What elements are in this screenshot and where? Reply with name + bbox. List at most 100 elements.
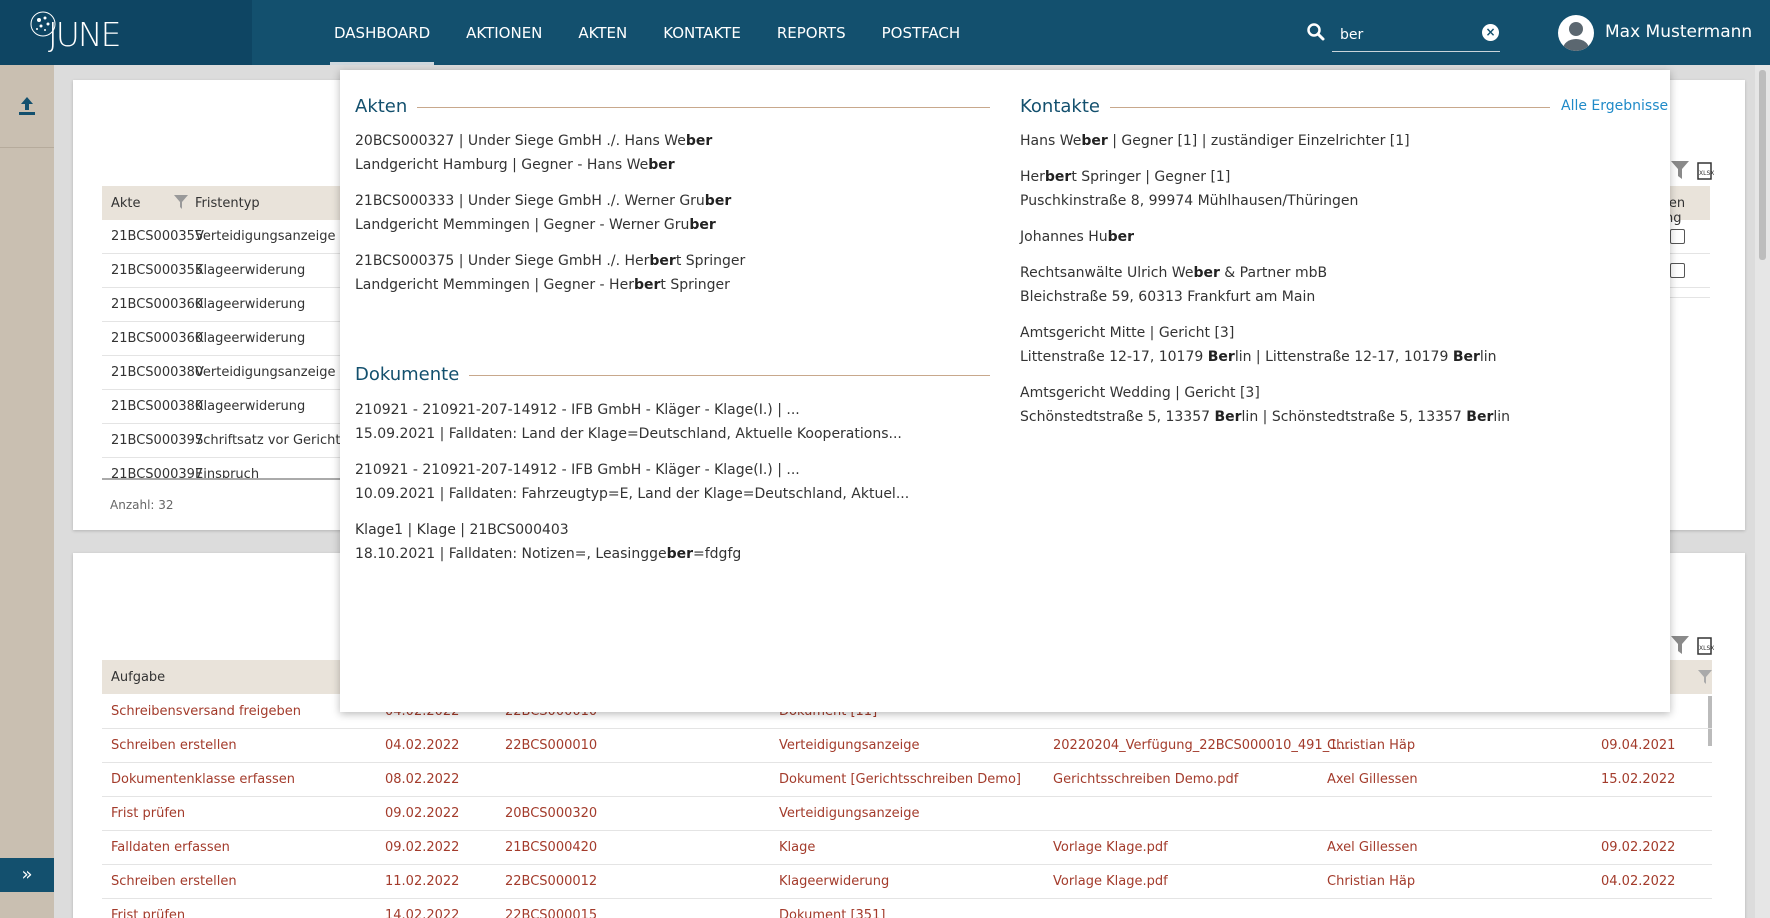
result-dokument[interactable]: 210921 - 210921-207-14912 - IFB GmbH - K… <box>355 458 909 506</box>
match-highlight: ber <box>704 193 732 209</box>
result-akte[interactable]: 20BCS000327 | Under Siege GmbH ./. Hans … <box>355 129 712 177</box>
cell-fristentyp: Schriftsatz vor Gerichtste <box>195 433 342 448</box>
row-count: Anzahl: 32 <box>110 498 174 512</box>
column-header-fristentyp[interactable]: Fristentyp <box>195 196 260 211</box>
cell-akte: 22BCS000012 <box>505 874 598 889</box>
result-dokument[interactable]: 210921 - 210921-207-14912 - IFB GmbH - K… <box>355 398 902 446</box>
upload-button[interactable] <box>0 65 54 148</box>
result-line: Amtsgericht Mitte | Gericht [3] <box>1020 325 1235 341</box>
cell-aufgabe: Schreiben erstellen <box>111 738 237 753</box>
table-row[interactable]: 21BCS000397 Einspruch <box>102 458 342 480</box>
filter-icon[interactable] <box>174 195 188 209</box>
cell-akte: 21BCS000420 <box>505 840 598 855</box>
row-checkbox[interactable] <box>1670 229 1685 244</box>
result-akte[interactable]: 21BCS000375 | Under Siege GmbH ./. Herbe… <box>355 249 745 297</box>
cell-akte: 22BCS000010 <box>505 738 598 753</box>
cell-due-date: 04.02.2022 <box>1601 874 1676 889</box>
match-highlight: ber <box>648 157 675 173</box>
cell-akte: 21BCS000360 <box>111 331 204 346</box>
cell-document: 20220204_Verfügung_22BCS000010_491_1.... <box>1053 738 1354 753</box>
nav-dashboard[interactable]: DASHBOARD <box>316 0 448 65</box>
filter-icon[interactable] <box>1671 636 1689 654</box>
cell-aufgabe: Frist prüfen <box>111 806 186 821</box>
text-part: Littenstraße 12-17, 10179 <box>1020 349 1208 365</box>
user-name[interactable]: Max Mustermann <box>1605 22 1752 42</box>
cell-type: Klage <box>779 840 816 855</box>
result-dokument[interactable]: Klage1 | Klage | 21BCS000403 18.10.2021 … <box>355 518 741 566</box>
row-checkbox[interactable] <box>1670 263 1685 278</box>
result-kontakt[interactable]: Rechtsanwälte Ulrich Weber & Partner mbB… <box>1020 261 1327 309</box>
all-results-link[interactable]: Alle Ergebnisse <box>1557 98 1669 114</box>
text-part: lin | Schönstedtstraße 5, 13357 <box>1241 409 1467 425</box>
match-highlight: ber <box>666 546 694 562</box>
section-title-akten: Akten <box>355 96 418 117</box>
table-row[interactable]: 21BCS000360 Klageerwiderung <box>102 288 342 322</box>
cell-type: Dokument [351] <box>779 908 886 918</box>
table-row[interactable]: Schreiben erstellen 04.02.2022 22BCS0000… <box>102 729 1712 763</box>
cell-akte: 21BCS000380 <box>111 365 204 380</box>
search-input[interactable] <box>1332 18 1500 52</box>
text-part: Rechtsanwälte Ulrich We <box>1020 265 1194 281</box>
result-kontakt[interactable]: Herbert Springer | Gegner [1] Puschkinst… <box>1020 165 1358 213</box>
avatar[interactable] <box>1558 15 1594 51</box>
table-row[interactable]: Falldaten erfassen 09.02.2022 21BCS00042… <box>102 831 1712 865</box>
cell-user: Christian Häp <box>1327 874 1416 889</box>
text-part: Johannes Hu <box>1020 229 1108 245</box>
nav-reports[interactable]: REPORTS <box>759 0 864 65</box>
cell-user: Axel Gillessen <box>1327 772 1418 787</box>
nav-aktionen[interactable]: AKTIONEN <box>448 0 560 65</box>
text-part: lin <box>1493 409 1511 425</box>
table-row[interactable]: Dokumentenklasse erfassen 08.02.2022 Dok… <box>102 763 1712 797</box>
result-kontakt[interactable]: Amtsgericht Wedding | Gericht [3] Schöns… <box>1020 381 1510 429</box>
match-highlight: ber <box>1107 229 1135 245</box>
result-akte[interactable]: 21BCS000333 | Under Siege GmbH ./. Werne… <box>355 189 731 237</box>
sidebar <box>0 65 54 918</box>
result-kontakt[interactable]: Amtsgericht Mitte | Gericht [3] Littenst… <box>1020 321 1497 369</box>
logo[interactable]: JUNE <box>0 0 252 65</box>
cell-document: Gerichtsschreiben Demo.pdf <box>1053 772 1239 787</box>
cell-akte: 22BCS000015 <box>505 908 598 918</box>
column-header-aufgabe[interactable]: Aufgabe <box>111 670 165 685</box>
filter-icon[interactable] <box>1698 670 1712 684</box>
text-part: 20BCS000327 | Under Siege GmbH ./. Hans … <box>355 133 686 149</box>
clear-search-icon[interactable]: × <box>1482 24 1499 41</box>
column-header-akte[interactable]: Akte <box>111 196 141 211</box>
nav-akten[interactable]: AKTEN <box>560 0 645 65</box>
table-row[interactable]: 21BCS000360 Klageerwiderung <box>102 322 342 356</box>
table-row[interactable]: Frist prüfen 14.02.2022 22BCS000015 Doku… <box>102 899 1712 918</box>
result-kontakt[interactable]: Johannes Huber <box>1020 225 1134 249</box>
table-row[interactable]: 21BCS000397Schriftsatz vor Gerichtste <box>102 424 342 458</box>
cell-akte: 21BCS000355 <box>111 229 204 244</box>
text-part: t Springer <box>675 253 746 269</box>
section-divider <box>450 375 990 376</box>
table-row[interactable]: Frist prüfen 09.02.2022 20BCS000320 Vert… <box>102 797 1712 831</box>
section-divider <box>1075 107 1550 108</box>
result-line: 210921 - 210921-207-14912 - IFB GmbH - K… <box>355 462 800 478</box>
match-highlight: ber <box>1044 169 1072 185</box>
result-line: 15.09.2021 | Falldaten: Land der Klage=D… <box>355 426 902 442</box>
nav-postfach[interactable]: POSTFACH <box>864 0 979 65</box>
result-line: Amtsgericht Wedding | Gericht [3] <box>1020 385 1260 401</box>
cell-document: Vorlage Klage.pdf <box>1053 840 1168 855</box>
search-results-dropdown: Akten Kontakte Alle Ergebnisse Dokumente… <box>340 70 1670 712</box>
search-icon[interactable] <box>1306 22 1326 42</box>
table-row[interactable]: 21BCS000380 Verteidigungsanzeige <box>102 356 342 390</box>
match-highlight: Ber <box>1466 409 1494 425</box>
match-highlight: ber <box>685 133 713 149</box>
cell-date: 08.02.2022 <box>385 772 460 787</box>
result-line: Schönstedtstraße 5, 13357 Berlin | Schön… <box>1020 405 1510 429</box>
cell-akte: 21BCS000355 <box>111 263 204 278</box>
export-xlsx-icon[interactable]: XLSX <box>1696 162 1714 180</box>
cell-date: 14.02.2022 <box>385 908 460 918</box>
filter-icon[interactable] <box>1671 161 1689 179</box>
nav-kontakte[interactable]: KONTAKTE <box>645 0 759 65</box>
export-xlsx-icon[interactable]: XLSX <box>1696 637 1714 655</box>
result-kontakt[interactable]: Hans Weber | Gegner [1] | zuständiger Ei… <box>1020 129 1410 153</box>
expand-sidebar-button[interactable]: » <box>0 858 54 892</box>
table-row[interactable]: 21BCS000380 Klageerwiderung <box>102 390 342 424</box>
match-highlight: ber <box>1081 133 1108 149</box>
cell-fristentyp: Verteidigungsanzeige <box>195 365 336 380</box>
page-scrollbar-thumb[interactable] <box>1759 70 1766 260</box>
result-line: Puschkinstraße 8, 99974 Mühlhausen/Thüri… <box>1020 193 1359 209</box>
table-row[interactable]: Schreiben erstellen 11.02.2022 22BCS0000… <box>102 865 1712 899</box>
